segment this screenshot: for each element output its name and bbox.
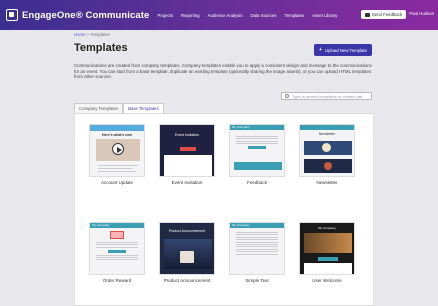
breadcrumb-current: Templates [90, 32, 110, 37]
brand[interactable]: EngageOne® Communicate [6, 9, 149, 21]
user-menu[interactable]: Paul Hudson [409, 11, 434, 16]
template-thumbnail: Event Invitation [159, 124, 215, 177]
template-card-order-reward[interactable]: My Company Order Reward [89, 222, 145, 283]
send-feedback-button[interactable]: Send Feedback [360, 10, 406, 19]
logo-icon [6, 9, 18, 21]
template-card-user-welcome[interactable]: My Company User Welcome [299, 222, 355, 283]
template-caption: Account Update [100, 180, 134, 185]
template-thumbnail: My Company [229, 124, 285, 177]
nav-projects[interactable]: Projects [157, 13, 173, 18]
template-thumbnail: Product Announcement [159, 222, 215, 275]
top-navigation-bar: EngageOne® Communicate Projects Reportin… [0, 0, 438, 30]
thumbnail-title: Product Announcement [168, 229, 206, 233]
breadcrumb-separator: > [86, 32, 90, 37]
template-caption: Simple Text [245, 278, 269, 283]
main-nav: Projects Reporting Audience Analysis Dat… [157, 13, 345, 18]
upload-new-template-button[interactable]: + Upload New Template [314, 44, 372, 56]
thumbnail-title: Newsletter [300, 130, 354, 139]
nav-data-sources[interactable]: Data Sources [251, 13, 277, 18]
template-caption: Product Announcement [163, 278, 211, 283]
template-caption: Order Reward [102, 278, 132, 283]
nav-templates[interactable]: Templates [285, 13, 305, 18]
thumbnail-title: Here's what's new [101, 133, 133, 137]
template-card-product-announcement[interactable]: Product Announcement Product Announcemen… [159, 222, 215, 283]
nav-reporting[interactable]: Reporting [181, 13, 200, 18]
thumbnail-title: My Company [230, 125, 284, 130]
send-feedback-label: Send Feedback [371, 12, 402, 17]
template-card-event-invitation[interactable]: Event Invitation Event Invitation [159, 124, 215, 185]
play-icon [112, 143, 124, 155]
brand-name: EngageOne® Communicate [22, 9, 150, 21]
template-card-newsletter[interactable]: Newsletter Newsletter [299, 124, 355, 185]
template-card-account-update[interactable]: Here's what's new Account Update [89, 124, 145, 185]
template-thumbnail: My Company [89, 222, 145, 275]
chat-icon [364, 12, 370, 17]
template-card-feedback[interactable]: My Company Feedback [229, 124, 285, 185]
template-caption: User Welcome [312, 278, 342, 283]
thumbnail-title: Event Invitation [175, 133, 199, 137]
plus-icon: + [319, 47, 323, 53]
page-title: Templates [74, 42, 128, 54]
template-caption: Event Invitation [171, 180, 203, 185]
template-thumbnail: Newsletter [299, 124, 355, 177]
template-thumbnail: Here's what's new [89, 124, 145, 177]
template-thumbnail: My Company [229, 222, 285, 275]
upload-label: Upload New Template [325, 47, 367, 53]
gift-icon [110, 231, 124, 239]
templates-panel: Here's what's new Account Update Event I… [74, 113, 374, 306]
thumbnail-title: My Company [90, 223, 144, 228]
thumbnail-title: My Company [318, 226, 336, 230]
template-caption: Feedback [247, 180, 267, 185]
nav-audience-analysis[interactable]: Audience Analysis [208, 13, 243, 18]
search-icon [285, 94, 289, 98]
breadcrumb: Home > Templates [74, 32, 110, 37]
search-input[interactable]: Type to search templates or content tab [281, 92, 372, 100]
template-card-simple-text[interactable]: My Company Simple Text [229, 222, 285, 283]
template-thumbnail: My Company [299, 222, 355, 275]
nav-asset-library[interactable]: Asset Library [312, 13, 337, 18]
thumbnail-title: My Company [230, 223, 284, 228]
template-caption: Newsletter [316, 180, 338, 185]
breadcrumb-home[interactable]: Home [74, 32, 85, 37]
page-description: Communications are created from company … [74, 63, 372, 80]
search-placeholder: Type to search templates or content tab [292, 93, 363, 99]
